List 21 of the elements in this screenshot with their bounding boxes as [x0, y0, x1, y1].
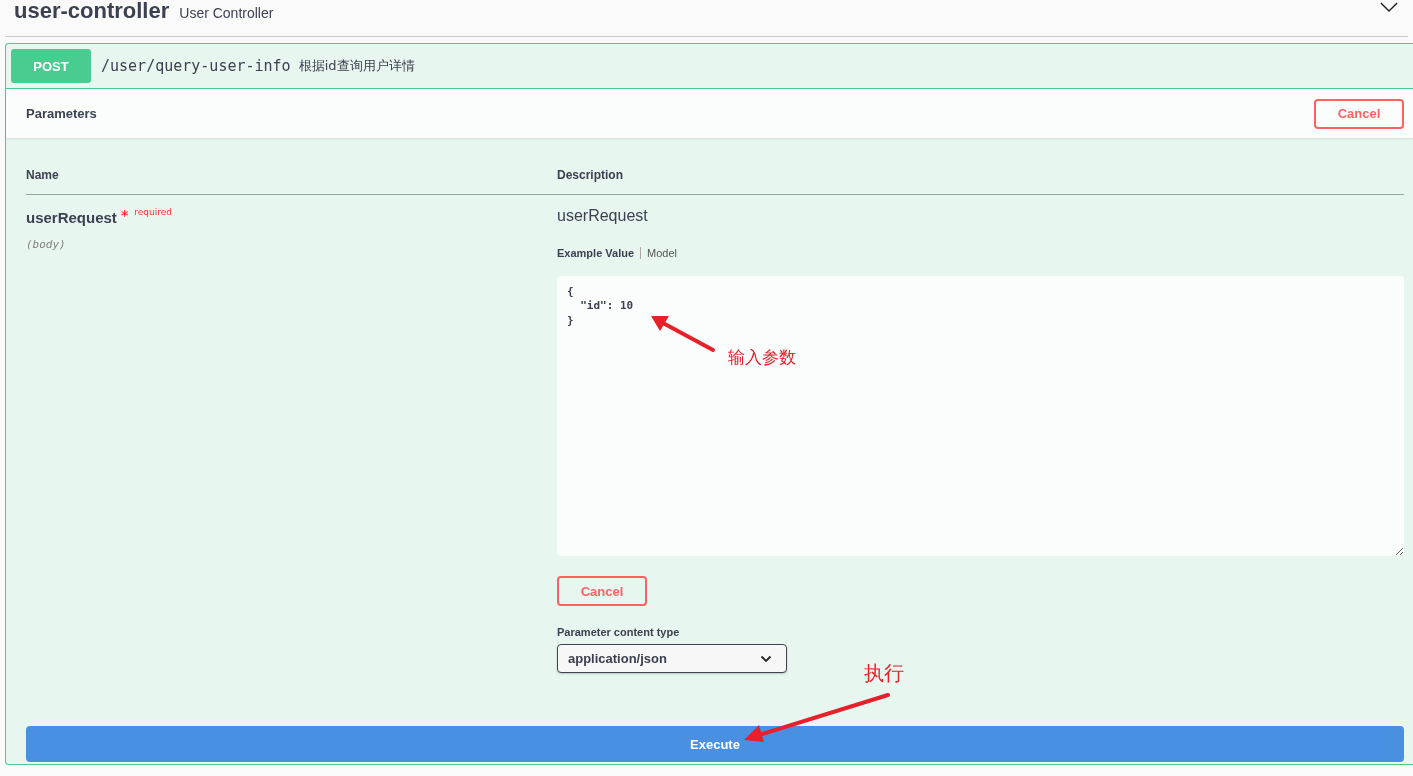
column-header: Name: [26, 168, 60, 182]
annotation-text: 输入参数: [728, 346, 796, 369]
required-label: required: [134, 207, 172, 217]
tab[interactable]: Example Value: [557, 247, 642, 259]
section-description: User Controller: [179, 5, 274, 21]
parameters-title: Parameters: [26, 106, 97, 121]
method-badge: POST: [11, 49, 91, 83]
content-type-dropdown[interactable]: application/json: [557, 644, 787, 673]
section-title[interactable]: user-controller: [14, 0, 170, 24]
column-header: Description: [557, 168, 624, 182]
endpoint-summary: 根据id查询用户详情: [298, 57, 415, 75]
required-mark: *: [120, 207, 129, 223]
chevron-down-icon[interactable]: [1380, 1, 1398, 13]
annotation-text: 执行: [864, 660, 904, 687]
parameter-name: userRequest: [26, 209, 117, 226]
tab[interactable]: Model: [641, 247, 683, 259]
endpoint-path[interactable]: /user/query-user-info: [101, 57, 291, 75]
parameter-description: userRequest: [557, 207, 649, 225]
content-type-label: Parameter content type: [557, 626, 681, 638]
parameter-location: (body): [26, 238, 67, 251]
caret-icon: [760, 654, 772, 663]
